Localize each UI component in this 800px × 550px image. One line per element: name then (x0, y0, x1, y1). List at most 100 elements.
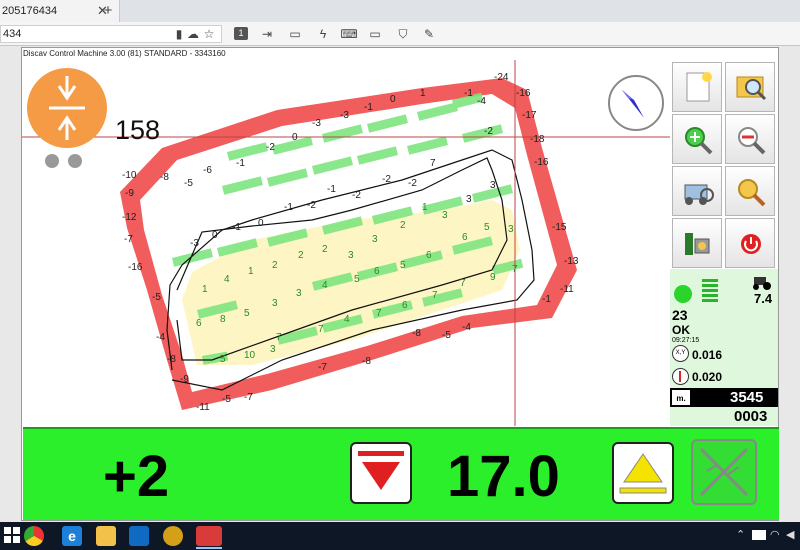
svg-text:-1: -1 (542, 294, 551, 305)
z-accuracy-value: 0.020 (692, 370, 723, 384)
new-tab-button[interactable]: + (101, 0, 115, 22)
xy-accuracy-icon: X,Y (672, 345, 689, 362)
zoom-out-button[interactable] (725, 114, 775, 164)
shield-icon[interactable]: ⛉ (394, 25, 412, 43)
zoom-extents-icon (738, 179, 766, 207)
z-accuracy-icon (672, 368, 689, 385)
xy-accuracy-value: 0.016 (692, 348, 723, 362)
star-icon[interactable]: ☆ (200, 25, 218, 43)
windows-start-icon[interactable] (4, 527, 20, 543)
svg-text:-1: -1 (232, 222, 241, 233)
svg-text:4: 4 (322, 280, 328, 291)
svg-text:-5: -5 (442, 330, 451, 341)
flash-icon[interactable]: ϟ (314, 25, 332, 43)
app-title: Discav Control Machine 3.00 (81) STANDAR… (23, 49, 226, 58)
svg-text:-18: -18 (530, 134, 545, 145)
compass-icon (608, 75, 664, 131)
svg-text:-13: -13 (564, 256, 579, 267)
new-document-button[interactable] (672, 62, 722, 112)
browser-toolbar: 434 ▮ ☁ ☆ 1 ⇥ ▭ ϟ ⌨ ▭ ⛉ ✎ (0, 22, 800, 46)
remote-app-icon[interactable] (196, 526, 222, 546)
svg-text:3: 3 (442, 210, 448, 221)
svg-text:7: 7 (432, 290, 438, 301)
pen-icon[interactable]: ✎ (420, 25, 438, 43)
search-folder-icon (736, 76, 767, 101)
fix-time: 09:27:15 (672, 337, 700, 344)
svg-text:2: 2 (272, 260, 278, 271)
svg-text:1: 1 (202, 284, 208, 295)
lower-button[interactable] (350, 442, 412, 504)
svg-text:-12: -12 (122, 212, 137, 223)
blade-compress-button[interactable] (27, 68, 107, 148)
machine-settings-icon (685, 233, 710, 255)
svg-text:-6: -6 (203, 165, 212, 176)
svg-text:3: 3 (466, 194, 472, 205)
svg-text:-1: -1 (327, 184, 336, 195)
counter-readout: 158 (115, 115, 161, 145)
lower-arrow-icon (358, 451, 404, 490)
taskbar: e ⌃ ◠ ◀ (0, 522, 800, 550)
page-number-button[interactable]: 1 (234, 27, 248, 40)
satellite-count: 23 (672, 307, 688, 323)
svg-text:5: 5 (244, 308, 250, 319)
power-icon (741, 234, 761, 254)
svg-text:-1: -1 (464, 88, 473, 99)
svg-text:-5: -5 (152, 292, 161, 303)
monitor-icon[interactable]: ▭ (366, 25, 384, 43)
svg-text:5: 5 (354, 274, 360, 285)
zoom-out-icon (738, 127, 766, 155)
svg-text:-5: -5 (184, 178, 193, 189)
zoom-extents-button[interactable] (725, 166, 775, 216)
edge-icon[interactable]: e (62, 526, 82, 546)
svg-text:-2: -2 (408, 178, 417, 189)
svg-text:6: 6 (196, 318, 202, 329)
comment-icon[interactable]: ▭ (286, 25, 304, 43)
machine-settings-button[interactable] (672, 218, 722, 268)
machine-zoom-button[interactable] (672, 166, 722, 216)
svg-text:4: 4 (344, 314, 350, 325)
status-panel: 7.4 23 OK 09:27:15 X,Y 0.016 0.020 m. 35… (670, 269, 778, 426)
svg-text:-7: -7 (318, 362, 327, 373)
meters-badge: m. (672, 390, 690, 405)
field-map[interactable]: -24 -16 -17 -18 -16 -15 -13 -11 -10 -12 … (22, 60, 670, 426)
raise-button[interactable] (612, 442, 674, 504)
address-text: 434 (3, 28, 22, 40)
svg-text:6: 6 (462, 232, 468, 243)
svg-text:-2: -2 (307, 200, 316, 211)
svg-text:9: 9 (490, 272, 496, 283)
battery-icon[interactable] (752, 530, 766, 540)
tray-chevron-icon[interactable]: ⌃ (736, 528, 745, 541)
svg-text:5: 5 (400, 260, 406, 271)
keyboard-icon[interactable]: ⌨ (340, 25, 358, 43)
xy-label: X,Y (675, 350, 686, 356)
indicator-dot-2 (68, 154, 82, 168)
svg-text:-4: -4 (462, 322, 471, 333)
signal-value: 7.4 (754, 291, 773, 306)
svg-text:3: 3 (490, 180, 496, 191)
search-map-button[interactable] (725, 62, 775, 112)
outlook-icon[interactable] (129, 526, 149, 546)
power-button[interactable] (725, 218, 775, 268)
indicator-dot-1 (45, 154, 59, 168)
svg-text:1: 1 (422, 202, 428, 213)
export-icon[interactable]: ⇥ (258, 25, 276, 43)
file-explorer-icon[interactable] (96, 526, 116, 546)
svg-text:-2: -2 (484, 126, 493, 137)
svg-text:1: 1 (420, 88, 426, 99)
svg-text:6: 6 (426, 250, 432, 261)
raise-arrow-icon (619, 453, 667, 494)
svg-text:-11: -11 (560, 284, 574, 295)
new-document-icon (686, 72, 712, 102)
svg-text:-17: -17 (522, 110, 537, 121)
wifi-icon[interactable]: ◠ (770, 528, 780, 541)
fix-quality: OK (672, 323, 690, 337)
tab-title: 205176434 (2, 5, 58, 17)
svg-text:2: 2 (298, 250, 304, 261)
count-value: 0003 (734, 408, 768, 425)
chrome-icon[interactable] (24, 526, 44, 546)
zoom-in-button[interactable] (672, 114, 722, 164)
auto-mode-disabled-button[interactable] (691, 439, 757, 505)
svg-text:4: 4 (224, 274, 230, 285)
volume-icon[interactable]: ◀ (786, 528, 794, 541)
messenger-icon[interactable] (163, 526, 183, 546)
